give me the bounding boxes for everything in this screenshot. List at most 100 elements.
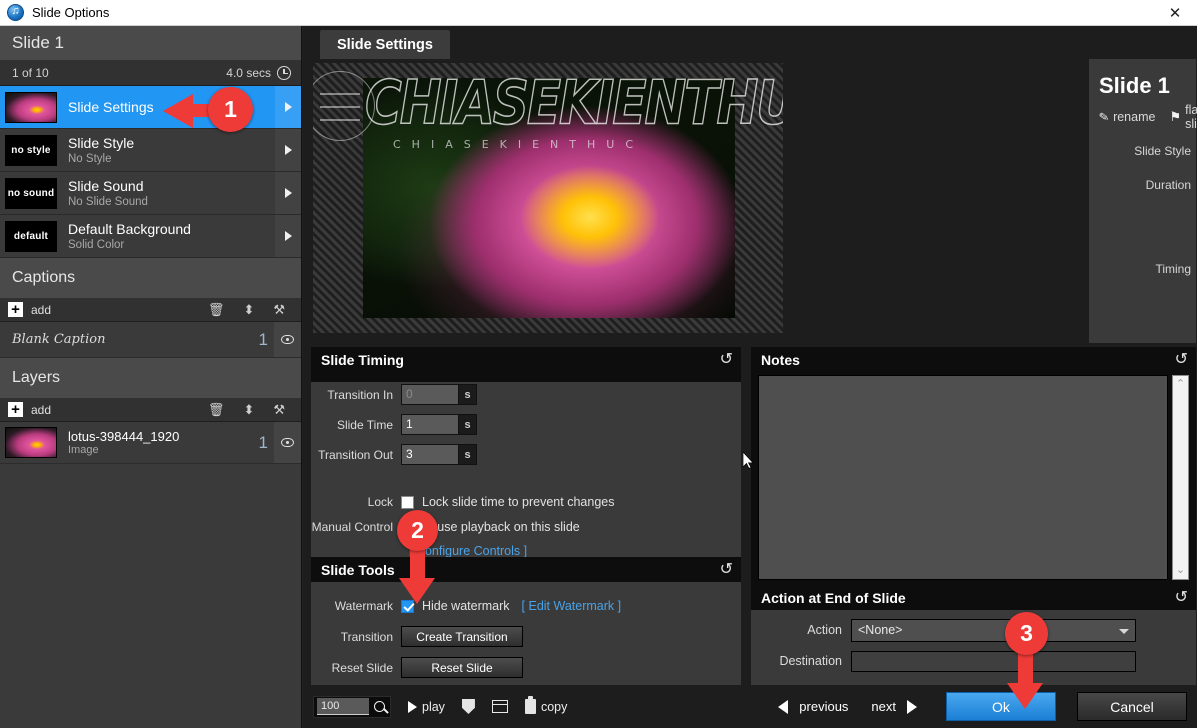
slide-timing-header: Slide Timing ↺ — [311, 347, 741, 372]
arrow-left-icon[interactable] — [778, 699, 789, 714]
chevron-up-icon[interactable]: ⌃ — [1176, 376, 1185, 393]
transition-tool-label: Transition — [340, 629, 393, 644]
lock-checkbox-label: Lock slide time to prevent changes — [422, 495, 615, 509]
slide-preview[interactable]: CHIASEKIENTHUC CHIASEKIENTHUC — [313, 63, 783, 333]
window-button[interactable] — [491, 700, 508, 713]
tab-slide-settings[interactable]: Slide Settings — [320, 30, 450, 59]
play-label: play — [422, 699, 445, 714]
notes-textarea[interactable] — [758, 375, 1168, 580]
transition-in-input[interactable]: 0 — [401, 384, 459, 405]
layer-list-item[interactable]: lotus-398444_1920 Image 1 — [0, 422, 301, 464]
chevron-down-icon[interactable]: ⌄ — [1176, 562, 1185, 579]
reset-icon[interactable]: ↺ — [720, 561, 733, 578]
pencil-icon: ✎ — [1097, 109, 1111, 125]
flag-slide-button[interactable]: ⚑ flag slide — [1169, 103, 1197, 131]
slide-time-label: Slide Time — [336, 417, 393, 432]
sidebar-item-sublabel: No Slide Sound — [68, 195, 148, 208]
chevron-right-icon[interactable] — [275, 86, 301, 128]
rename-button[interactable]: ✎ rename — [1097, 109, 1156, 125]
clock-icon — [277, 65, 291, 80]
reorder-icon[interactable]: ⬍ — [243, 303, 254, 316]
reset-icon[interactable]: ↺ — [1175, 351, 1188, 368]
shield-button[interactable] — [461, 699, 475, 714]
magnifier-icon[interactable] — [374, 701, 385, 712]
sidebar-item-slide-settings[interactable]: Slide Settings — [0, 86, 301, 129]
action-select-value: <None> — [858, 623, 903, 637]
sidebar-item-default-background[interactable]: default Default Background Solid Color — [0, 215, 301, 258]
rename-label: rename — [1113, 110, 1156, 124]
reset-slide-button[interactable]: Reset Slide — [401, 657, 523, 678]
reset-icon[interactable]: ↺ — [1175, 589, 1188, 606]
chevron-right-icon[interactable] — [275, 172, 301, 214]
configure-controls-link[interactable]: [ Configure Controls ] — [409, 544, 741, 558]
annotation-badge-2: 2 — [397, 510, 438, 551]
caption-list-item[interactable]: Blank Caption 1 — [0, 322, 301, 358]
destination-input[interactable] — [851, 650, 1136, 672]
transition-out-label: Transition Out — [318, 447, 393, 462]
sidebar-item-label: Slide Sound — [68, 177, 144, 194]
notes-scrollbar[interactable]: ⌃ ⌄ — [1172, 375, 1189, 580]
transition-in-unit: s — [459, 384, 477, 405]
sidebar-header: Slide 1 — [0, 26, 301, 60]
annotation-arrow-2 — [399, 578, 435, 604]
slide-time-input[interactable]: 1 — [401, 414, 459, 435]
lock-slide-time-checkbox[interactable] — [401, 495, 414, 509]
sidebar: Slide 1 1 of 10 4.0 secs Slide Settings … — [0, 26, 302, 728]
slide-tools-panel: Slide Tools ↺ Watermark Hide watermark [… — [311, 557, 741, 685]
reset-icon[interactable]: ↺ — [720, 351, 733, 368]
action-end-panel: Action at End of Slide ↺ Action <None> D… — [751, 585, 1196, 685]
window-icon — [491, 700, 508, 713]
annotation-arrow-1 — [163, 94, 193, 128]
background-thumbnail: default — [5, 220, 57, 252]
zoom-input[interactable]: 100 — [317, 698, 369, 715]
captions-add-label[interactable]: add — [31, 303, 51, 317]
plus-icon[interactable]: + — [8, 402, 23, 417]
visibility-toggle[interactable] — [274, 422, 301, 463]
transition-in-label: Transition In — [327, 387, 393, 402]
cancel-button[interactable]: Cancel — [1077, 692, 1187, 721]
sidebar-item-slide-style[interactable]: no style Slide Style No Style — [0, 129, 301, 172]
annotation-badge-1: 1 — [208, 87, 253, 132]
layers-add-label[interactable]: add — [31, 403, 51, 417]
flag-icon: ⚑ — [1169, 109, 1182, 124]
layers-toolbar: + add 🗑 ⬍ ⚒ — [0, 398, 301, 422]
reset-slide-label: Reset Slide — [331, 660, 393, 675]
reorder-icon[interactable]: ⬍ — [243, 403, 254, 416]
transition-out-input[interactable]: 3 — [401, 444, 459, 465]
sidebar-item-label: Slide Style — [68, 134, 135, 151]
slide-tools-body: Watermark Hide watermark [ Edit Watermar… — [311, 582, 741, 685]
sidebar-item-label: Slide Settings — [68, 99, 154, 115]
create-transition-button[interactable]: Create Transition — [401, 626, 523, 647]
arrow-right-icon[interactable] — [907, 699, 917, 714]
layers-heading: Layers — [0, 358, 301, 398]
chevron-right-icon[interactable] — [275, 129, 301, 171]
bottom-toolbar: 100 play copy previous next Ok Cancel — [303, 685, 1197, 728]
close-icon[interactable]: ✕ — [1153, 0, 1197, 25]
plus-icon[interactable]: + — [8, 302, 23, 317]
trash-icon[interactable]: 🗑 — [208, 303, 225, 316]
action-end-header: Action at End of Slide ↺ — [751, 585, 1196, 610]
info-label: Slide Style — [1134, 144, 1191, 158]
info-label: Timing — [1155, 261, 1191, 276]
previous-button[interactable]: previous — [799, 699, 848, 714]
zoom-control[interactable]: 100 — [313, 695, 391, 718]
copy-button[interactable]: copy — [524, 696, 567, 714]
trash-icon[interactable]: 🗑 — [208, 403, 225, 416]
transition-out-unit: s — [459, 444, 477, 465]
visibility-toggle[interactable] — [274, 322, 301, 357]
edit-watermark-link[interactable]: [ Edit Watermark ] — [522, 599, 622, 613]
layer-count: 1 — [258, 432, 268, 452]
sidebar-item-slide-sound[interactable]: no sound Slide Sound No Slide Sound — [0, 172, 301, 215]
chevron-right-icon[interactable] — [275, 215, 301, 257]
play-button[interactable]: play — [408, 700, 445, 714]
tools-icon[interactable]: ⚒ — [273, 303, 285, 316]
chevron-down-icon[interactable] — [1119, 628, 1129, 634]
tools-icon[interactable]: ⚒ — [273, 403, 285, 416]
action-select[interactable]: <None> — [851, 618, 1136, 642]
slide-info-panel: Slide 1 ✎ rename ⚑ flag slide Slide Styl… — [1089, 59, 1197, 375]
next-button[interactable]: next — [871, 699, 896, 714]
captions-heading: Captions — [0, 258, 301, 298]
window-title: Slide Options — [32, 5, 110, 20]
main-area: Slide Settings CHIASEKIENTHUC CHIASEKIEN… — [303, 26, 1197, 728]
layer-thumbnail — [5, 427, 57, 458]
